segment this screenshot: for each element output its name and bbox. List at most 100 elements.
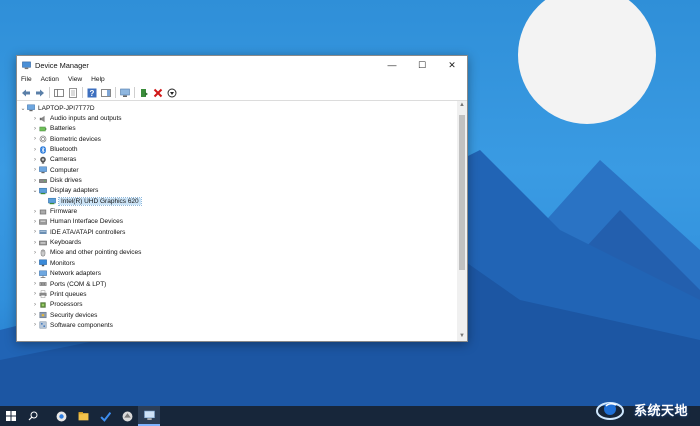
device-manager-icon xyxy=(143,410,155,420)
tree-item-label: Security devices xyxy=(50,311,98,319)
menu-help[interactable]: Help xyxy=(91,76,105,83)
scrollbar-thumb[interactable] xyxy=(459,115,465,270)
vertical-scrollbar[interactable]: ▲ ▼ xyxy=(457,101,467,341)
title-bar[interactable]: Device Manager — ☐ ✕ xyxy=(17,56,467,74)
device-tree: ⌄ LAPTOP-JPI7T77D › Audio inputs and outp… xyxy=(17,103,457,331)
taskbar xyxy=(0,406,700,426)
expand-arrow-icon[interactable]: › xyxy=(31,302,39,308)
tree-item-label: Software components xyxy=(50,321,113,329)
expand-arrow-icon[interactable]: › xyxy=(31,271,39,277)
tree-category[interactable]: › Mice and other pointing devices xyxy=(17,248,457,258)
tree-root[interactable]: ⌄ LAPTOP-JPI7T77D xyxy=(17,103,457,113)
scroll-down-icon[interactable]: ▼ xyxy=(457,332,467,341)
expand-arrow-icon[interactable]: › xyxy=(31,178,39,184)
computer-icon xyxy=(27,104,35,112)
tree-category[interactable]: › Network adapters xyxy=(17,269,457,279)
expand-arrow-icon[interactable]: › xyxy=(31,157,39,163)
expand-arrow-icon[interactable]: › xyxy=(31,126,39,132)
taskbar-todo[interactable] xyxy=(94,406,116,426)
tree-item-label: Batteries xyxy=(50,125,76,133)
expand-arrow-icon[interactable]: › xyxy=(31,136,39,142)
tree-item-label: Monitors xyxy=(50,259,75,267)
taskbar-app[interactable] xyxy=(116,406,138,426)
minimize-button[interactable]: — xyxy=(377,56,407,74)
monitor-icon xyxy=(39,259,47,267)
console-tree-icon[interactable] xyxy=(53,87,64,98)
tree-item-label: Display adapters xyxy=(50,187,99,195)
device-manager-window[interactable]: Device Manager — ☐ ✕ File Action View He… xyxy=(16,55,468,342)
printer-icon xyxy=(39,290,47,299)
scan-hardware-icon[interactable] xyxy=(119,87,130,98)
tree-category[interactable]: › Human Interface Devices xyxy=(17,217,457,227)
tree-category[interactable]: › Processors xyxy=(17,300,457,310)
expand-arrow-icon[interactable]: › xyxy=(31,250,39,256)
tree-category[interactable]: › Keyboards xyxy=(17,237,457,247)
tree-category[interactable]: › Audio inputs and outputs xyxy=(17,113,457,123)
bluetooth-icon xyxy=(40,145,46,154)
ide-icon xyxy=(39,230,47,235)
scroll-up-icon[interactable]: ▲ xyxy=(457,101,467,110)
disable-icon[interactable] xyxy=(166,87,177,98)
tree-category[interactable]: › Firmware xyxy=(17,206,457,216)
tree-category[interactable]: ⌄ Display adapters xyxy=(17,186,457,196)
collapse-arrow-icon[interactable]: ⌄ xyxy=(31,187,39,194)
back-icon[interactable] xyxy=(20,87,31,98)
menu-bar: File Action View Help xyxy=(17,74,467,85)
tree-device-item[interactable]: Intel(R) UHD Graphics 620 xyxy=(17,196,457,206)
action-pane-icon[interactable] xyxy=(100,87,111,98)
tree-category[interactable]: › Security devices xyxy=(17,310,457,320)
expand-arrow-icon[interactable]: › xyxy=(31,291,39,297)
port-icon xyxy=(39,282,47,286)
expand-arrow-icon[interactable]: › xyxy=(31,219,39,225)
expand-arrow-icon[interactable]: › xyxy=(31,147,39,153)
tree-item-label: Disk drives xyxy=(50,177,82,185)
uninstall-icon[interactable] xyxy=(152,87,163,98)
taskbar-file-explorer[interactable] xyxy=(72,406,94,426)
search-button[interactable] xyxy=(22,406,44,426)
tree-category[interactable]: › Computer xyxy=(17,165,457,175)
tree-item-label: Cameras xyxy=(50,156,77,164)
folder-icon xyxy=(78,411,88,420)
tree-category[interactable]: › Biometric devices xyxy=(17,134,457,144)
expand-arrow-icon[interactable]: › xyxy=(31,209,39,215)
app-icon xyxy=(122,411,132,421)
computer-icon xyxy=(39,166,47,174)
expand-arrow-icon[interactable]: › xyxy=(31,116,39,122)
tree-category[interactable]: › Ports (COM & LPT) xyxy=(17,279,457,289)
network-icon xyxy=(39,270,47,278)
device-tree-pane[interactable]: ⌄ LAPTOP-JPI7T77D › Audio inputs and outp… xyxy=(17,101,467,341)
properties-icon[interactable] xyxy=(67,87,78,98)
tree-category[interactable]: › Monitors xyxy=(17,258,457,268)
toolbar: ? xyxy=(17,85,467,101)
tree-category[interactable]: › Cameras xyxy=(17,155,457,165)
menu-file[interactable]: File xyxy=(21,76,32,83)
menu-action[interactable]: Action xyxy=(41,76,59,83)
close-button[interactable]: ✕ xyxy=(437,56,467,74)
speaker-icon xyxy=(39,115,45,122)
tree-category[interactable]: › Software components xyxy=(17,320,457,330)
update-driver-icon[interactable] xyxy=(138,87,149,98)
expand-arrow-icon[interactable]: › xyxy=(31,229,39,235)
svg-text:?: ? xyxy=(89,89,94,98)
fingerprint-icon xyxy=(39,135,47,143)
expand-arrow-icon[interactable]: › xyxy=(31,312,39,318)
taskbar-browser[interactable] xyxy=(50,406,72,426)
tree-category[interactable]: › IDE ATA/ATAPI controllers xyxy=(17,227,457,237)
tree-category[interactable]: › Bluetooth xyxy=(17,144,457,154)
windows-logo-icon xyxy=(6,411,16,421)
start-button[interactable] xyxy=(0,406,22,426)
taskbar-device-manager[interactable] xyxy=(138,406,160,426)
forward-icon[interactable] xyxy=(34,87,45,98)
tree-category[interactable]: › Batteries xyxy=(17,124,457,134)
expand-arrow-icon[interactable]: › xyxy=(31,240,39,246)
collapse-arrow-icon[interactable]: ⌄ xyxy=(19,105,27,112)
expand-arrow-icon[interactable]: › xyxy=(31,260,39,266)
expand-arrow-icon[interactable]: › xyxy=(31,281,39,287)
tree-category[interactable]: › Print queues xyxy=(17,289,457,299)
tree-category[interactable]: › Disk drives xyxy=(17,175,457,185)
menu-view[interactable]: View xyxy=(68,76,82,83)
expand-arrow-icon[interactable]: › xyxy=(31,322,39,328)
expand-arrow-icon[interactable]: › xyxy=(31,167,39,173)
help-icon[interactable]: ? xyxy=(86,87,97,98)
maximize-button[interactable]: ☐ xyxy=(407,56,437,74)
